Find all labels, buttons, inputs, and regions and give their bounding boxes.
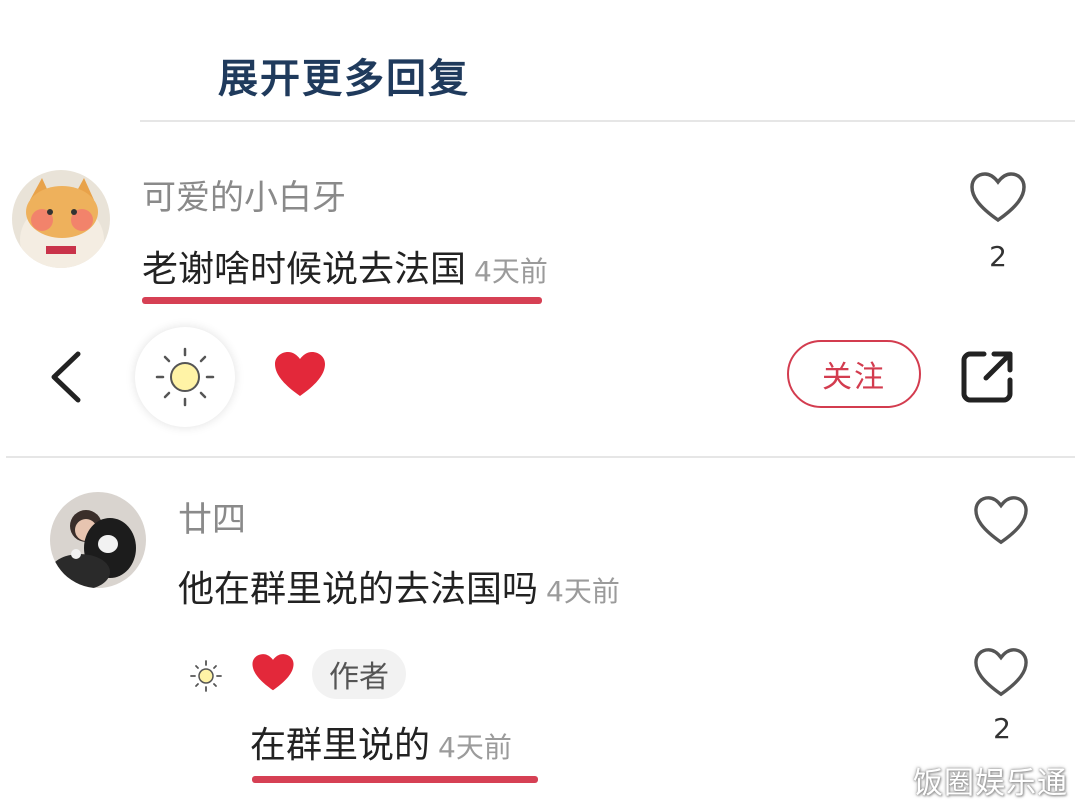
cat-avatar-image (12, 170, 110, 268)
heart-outline-icon (974, 496, 1028, 545)
share-icon (961, 351, 1013, 403)
expand-more-replies-link[interactable]: 展开更多回复 (218, 46, 470, 104)
red-underline-mark (142, 297, 542, 304)
comment-text: 老谢啥时候说去法国 4天前 (142, 240, 548, 292)
heart-outline-icon (974, 648, 1028, 697)
heart-reaction-button[interactable] (272, 350, 328, 400)
sun-sticker-button[interactable] (135, 327, 235, 427)
red-heart-icon (275, 352, 325, 396)
red-underline-mark (252, 776, 538, 783)
sun-avatar[interactable] (186, 656, 226, 696)
comment-body: 他在群里说的去法国吗 (178, 569, 539, 610)
person-avatar-image (50, 492, 146, 588)
avatar[interactable] (12, 170, 110, 268)
like-button[interactable] (972, 646, 1030, 700)
share-button[interactable] (958, 346, 1018, 406)
comment-username[interactable]: 廿四 (178, 492, 246, 541)
reply-body: 在群里说的 (250, 725, 431, 766)
heart-username-emoji (250, 652, 296, 694)
sun-icon (155, 347, 215, 407)
back-button[interactable] (46, 350, 86, 404)
red-heart-icon (252, 654, 294, 691)
author-badge: 作者 (312, 649, 406, 699)
comment-username[interactable]: 可爱的小白牙 (142, 170, 346, 219)
like-count: 2 (989, 240, 1007, 273)
like-button[interactable] (972, 494, 1030, 548)
divider (140, 120, 1075, 122)
comment-text: 他在群里说的去法国吗 4天前 (178, 560, 620, 612)
divider (6, 456, 1075, 458)
reply-time: 4天前 (438, 731, 512, 764)
like-count: 2 (993, 712, 1011, 745)
comment-time: 4天前 (474, 255, 548, 288)
like-button[interactable] (968, 170, 1028, 226)
reply-text: 在群里说的 4天前 (250, 716, 512, 768)
avatar[interactable] (50, 492, 146, 588)
chevron-left-icon (51, 351, 81, 403)
sun-icon (190, 660, 222, 692)
comment-time: 4天前 (546, 575, 620, 608)
comment-body: 老谢啥时候说去法国 (142, 249, 467, 290)
heart-outline-icon (970, 172, 1026, 223)
follow-button[interactable]: 关注 (787, 340, 921, 408)
watermark: 饭圈娱乐通 (913, 766, 1068, 801)
